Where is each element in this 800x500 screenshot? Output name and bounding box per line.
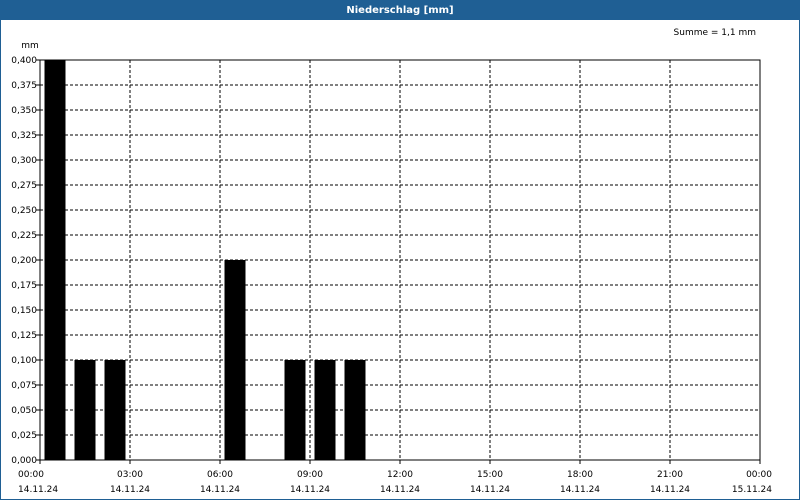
x-tick-date: 14.11.24 [560, 485, 600, 495]
grid-lines [40, 60, 760, 460]
precip-bar [74, 360, 96, 460]
precip-bar [44, 60, 66, 460]
y-tick-label: 0,200 [11, 256, 37, 266]
precip-bar [224, 260, 246, 460]
x-tick-date: 14.11.24 [110, 485, 150, 495]
x-tick-date: 14.11.24 [200, 485, 240, 495]
precip-bar [344, 360, 366, 460]
x-tick-date: 14.11.24 [18, 485, 58, 495]
precipitation-chart: 0,000 0,025 0,050 0,075 0,100 0,125 0,150 0,175… [11, 28, 772, 495]
x-tick-date: 14.11.24 [290, 485, 330, 495]
y-axis-unit: mm [21, 41, 39, 51]
x-tick-time: 06:00 [207, 470, 233, 480]
y-tick-label: 0,250 [11, 206, 37, 216]
x-axis-ticks: 00:00 14.11.24 03:00 14.11.24 06:00 14.11.24 0… [18, 460, 772, 495]
y-axis-ticks: 0,000 0,025 0,050 0,075 0,100 0,125 0,150 0,175… [11, 56, 40, 466]
y-tick-label: 0,400 [11, 56, 37, 66]
y-tick-label: 0,100 [11, 356, 37, 366]
y-tick-label: 0,325 [11, 131, 37, 141]
x-tick-date: 15.11.24 [732, 485, 772, 495]
y-tick-label: 0,300 [11, 156, 37, 166]
x-tick-time: 18:00 [567, 470, 593, 480]
y-tick-label: 0,225 [11, 231, 37, 241]
x-tick-time: 12:00 [387, 470, 413, 480]
y-tick-label: 0,375 [11, 81, 37, 91]
precip-bar [284, 360, 306, 460]
y-tick-label: 0,150 [11, 306, 37, 316]
y-tick-label: 0,125 [11, 331, 37, 341]
x-tick-time: 00:00 [746, 470, 772, 480]
y-tick-label: 0,175 [11, 281, 37, 291]
y-tick-label: 0,025 [11, 431, 37, 441]
sum-annotation: Summe = 1,1 mm [674, 28, 756, 38]
x-tick-time: 00:00 [18, 470, 44, 480]
x-tick-date: 14.11.24 [650, 485, 690, 495]
y-tick-label: 0,075 [11, 381, 37, 391]
x-tick-date: 14.11.24 [380, 485, 420, 495]
y-tick-label: 0,000 [11, 456, 37, 466]
y-tick-label: 0,350 [11, 106, 37, 116]
x-tick-time: 03:00 [117, 470, 143, 480]
x-tick-time: 21:00 [657, 470, 683, 480]
x-tick-time: 15:00 [477, 470, 503, 480]
x-tick-date: 14.11.24 [470, 485, 510, 495]
y-tick-label: 0,275 [11, 181, 37, 191]
precip-bar [314, 360, 336, 460]
x-tick-time: 09:00 [297, 470, 323, 480]
y-tick-label: 0,050 [11, 406, 37, 416]
precip-bar [104, 360, 126, 460]
